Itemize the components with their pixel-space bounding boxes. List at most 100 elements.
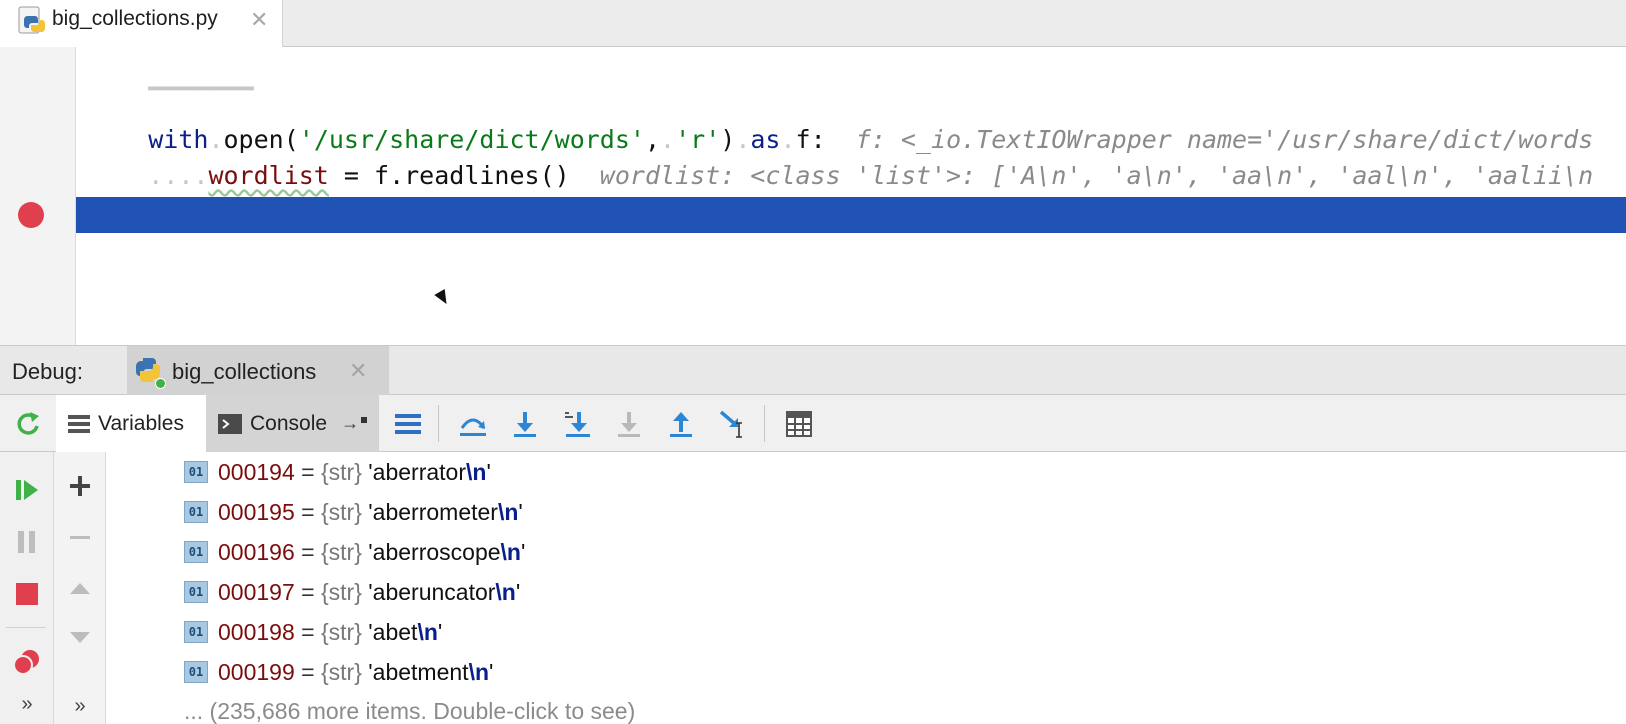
step-into-icon[interactable] bbox=[504, 395, 546, 452]
variables-tree[interactable]: 01 000194 = {str} 'aberrator \n ' 01 00019… bbox=[106, 452, 1626, 724]
quote: ' bbox=[489, 658, 494, 685]
python-file-icon bbox=[18, 6, 46, 36]
pause-icon[interactable] bbox=[7, 522, 47, 562]
editor-tab-bar: big_collections.py ✕ bbox=[0, 0, 1626, 47]
stop-icon[interactable] bbox=[7, 574, 47, 614]
equals: = bbox=[301, 498, 315, 525]
force-step-into-icon[interactable] bbox=[608, 395, 650, 452]
close-icon[interactable]: ✕ bbox=[349, 358, 367, 384]
mouse-cursor-icon bbox=[434, 288, 452, 308]
step-over-icon[interactable] bbox=[452, 395, 494, 452]
quote: ' bbox=[437, 618, 443, 645]
debug-tool-window-header: Debug: big_collections ✕ bbox=[0, 345, 1626, 395]
string-type-icon: 01 bbox=[184, 541, 208, 563]
running-indicator-icon bbox=[155, 378, 166, 389]
tab-console[interactable]: Console → bbox=[206, 395, 379, 452]
item-value: 'abet bbox=[368, 618, 418, 645]
item-value: 'aberrator bbox=[368, 458, 466, 485]
debug-toolbar: Variables Console → bbox=[0, 395, 1626, 452]
hint-gap bbox=[570, 161, 600, 190]
readlines-call: = f.readlines() bbox=[328, 161, 570, 190]
move-up-icon[interactable] bbox=[60, 568, 100, 608]
string-type-icon: 01 bbox=[184, 501, 208, 523]
remove-watch-icon[interactable] bbox=[60, 518, 100, 558]
code-editor[interactable]: ▁▁▁▁▁▁▁ with.open('/usr/share/dict/words… bbox=[0, 47, 1626, 345]
item-type: {str} bbox=[320, 618, 362, 645]
equals: = bbox=[301, 658, 315, 685]
item-type: {str} bbox=[320, 458, 362, 485]
more-items-link[interactable]: ... (235,686 more items. Double-click to… bbox=[184, 698, 635, 724]
item-index: 000198 bbox=[218, 618, 295, 645]
evaluate-expression-icon[interactable] bbox=[778, 395, 820, 452]
item-value: 'aberuncator bbox=[368, 578, 496, 605]
item-type: {str} bbox=[320, 498, 362, 525]
equals: = bbox=[301, 618, 315, 645]
resume-icon[interactable] bbox=[7, 470, 47, 510]
escape-sequence: \n bbox=[468, 658, 490, 685]
item-type: {str} bbox=[320, 578, 362, 605]
quote: ' bbox=[486, 458, 491, 485]
list-item[interactable]: 01 000197 = {str} 'aberuncator \n ' bbox=[184, 572, 520, 612]
escape-sequence: \n bbox=[500, 538, 521, 565]
item-value: 'aberrometer bbox=[368, 498, 498, 525]
item-index: 000194 bbox=[218, 458, 295, 485]
indent-dots: .... bbox=[148, 161, 209, 190]
editor-tab-big-collections[interactable]: big_collections.py ✕ bbox=[0, 0, 283, 47]
list-item[interactable]: 01 000196 = {str} 'aberroscope \n ' bbox=[184, 532, 525, 572]
code-line-print[interactable]: print("Today's.word.is:.{}".format(rando… bbox=[88, 197, 1051, 262]
console-arrow-icon[interactable]: → bbox=[341, 413, 359, 434]
toolbar-separator bbox=[438, 405, 439, 442]
session-tab-label: big_collections bbox=[172, 359, 317, 384]
code-line-partial: ▁▁▁▁▁▁▁ bbox=[88, 47, 253, 90]
code-line-partial-text: ▁▁▁▁▁▁▁ bbox=[148, 61, 254, 90]
add-watch-icon[interactable] bbox=[60, 466, 100, 506]
string-type-icon: 01 bbox=[184, 461, 208, 483]
string-type-icon: 01 bbox=[184, 581, 208, 603]
editor-tab-label: big_collections.py bbox=[52, 7, 218, 30]
run-to-cursor-icon[interactable] bbox=[712, 395, 754, 452]
code-line-open-file[interactable]: with.open('/usr/share/dict/words',.'r').… bbox=[88, 89, 1593, 154]
equals: = bbox=[301, 578, 315, 605]
quote: ' bbox=[518, 498, 523, 525]
editor-gutter[interactable] bbox=[0, 47, 76, 345]
debug-actions-rail: » bbox=[0, 452, 54, 724]
view-breakpoints-icon[interactable] bbox=[7, 642, 47, 682]
rail-separator bbox=[6, 627, 46, 628]
more-icon[interactable]: » bbox=[60, 686, 100, 724]
debug-session-tab[interactable]: big_collections ✕ bbox=[127, 346, 389, 395]
rerun-icon[interactable] bbox=[8, 395, 48, 452]
escape-sequence: \n bbox=[466, 458, 487, 485]
string-type-icon: 01 bbox=[184, 661, 208, 683]
variable-wordlist: wordlist bbox=[208, 161, 329, 190]
move-down-icon[interactable] bbox=[60, 618, 100, 658]
console-icon bbox=[218, 413, 242, 434]
list-item[interactable]: 01 000195 = {str} 'aberrometer \n ' bbox=[184, 492, 523, 532]
list-item[interactable]: 01 000194 = {str} 'aberrator \n ' bbox=[184, 452, 491, 492]
watches-rail: » bbox=[54, 452, 106, 724]
escape-sequence: \n bbox=[495, 578, 516, 605]
equals: = bbox=[301, 458, 315, 485]
item-index: 000199 bbox=[218, 658, 295, 685]
debug-label: Debug: bbox=[12, 359, 83, 384]
code-line-readlines[interactable]: ....wordlist = f.readlines() wordlist: <… bbox=[88, 125, 1593, 190]
breakpoint-icon[interactable] bbox=[18, 202, 44, 228]
list-item[interactable]: 01 000198 = {str} 'abet \n ' bbox=[184, 612, 442, 652]
item-index: 000196 bbox=[218, 538, 295, 565]
tab-console-label: Console bbox=[250, 411, 328, 435]
more-icon[interactable]: » bbox=[7, 684, 47, 724]
list-item[interactable]: 01 000199 = {str} 'abetment \n ' bbox=[184, 652, 493, 692]
close-icon[interactable]: ✕ bbox=[250, 7, 268, 33]
step-into-my-code-icon[interactable] bbox=[556, 395, 598, 452]
layout-icon[interactable] bbox=[388, 395, 428, 452]
tab-variables[interactable]: Variables bbox=[56, 395, 206, 452]
step-out-icon[interactable] bbox=[660, 395, 702, 452]
console-arrow-dot bbox=[361, 416, 368, 423]
print-statement: print("Today's.word.is:.{}".format(rando… bbox=[148, 233, 1052, 262]
escape-sequence: \n bbox=[497, 498, 519, 525]
item-value: 'abetment bbox=[368, 658, 469, 685]
escape-sequence: \n bbox=[417, 618, 438, 645]
string-type-icon: 01 bbox=[184, 621, 208, 643]
toolbar-separator bbox=[764, 405, 765, 442]
item-index: 000197 bbox=[218, 578, 295, 605]
item-type: {str} bbox=[320, 538, 362, 565]
